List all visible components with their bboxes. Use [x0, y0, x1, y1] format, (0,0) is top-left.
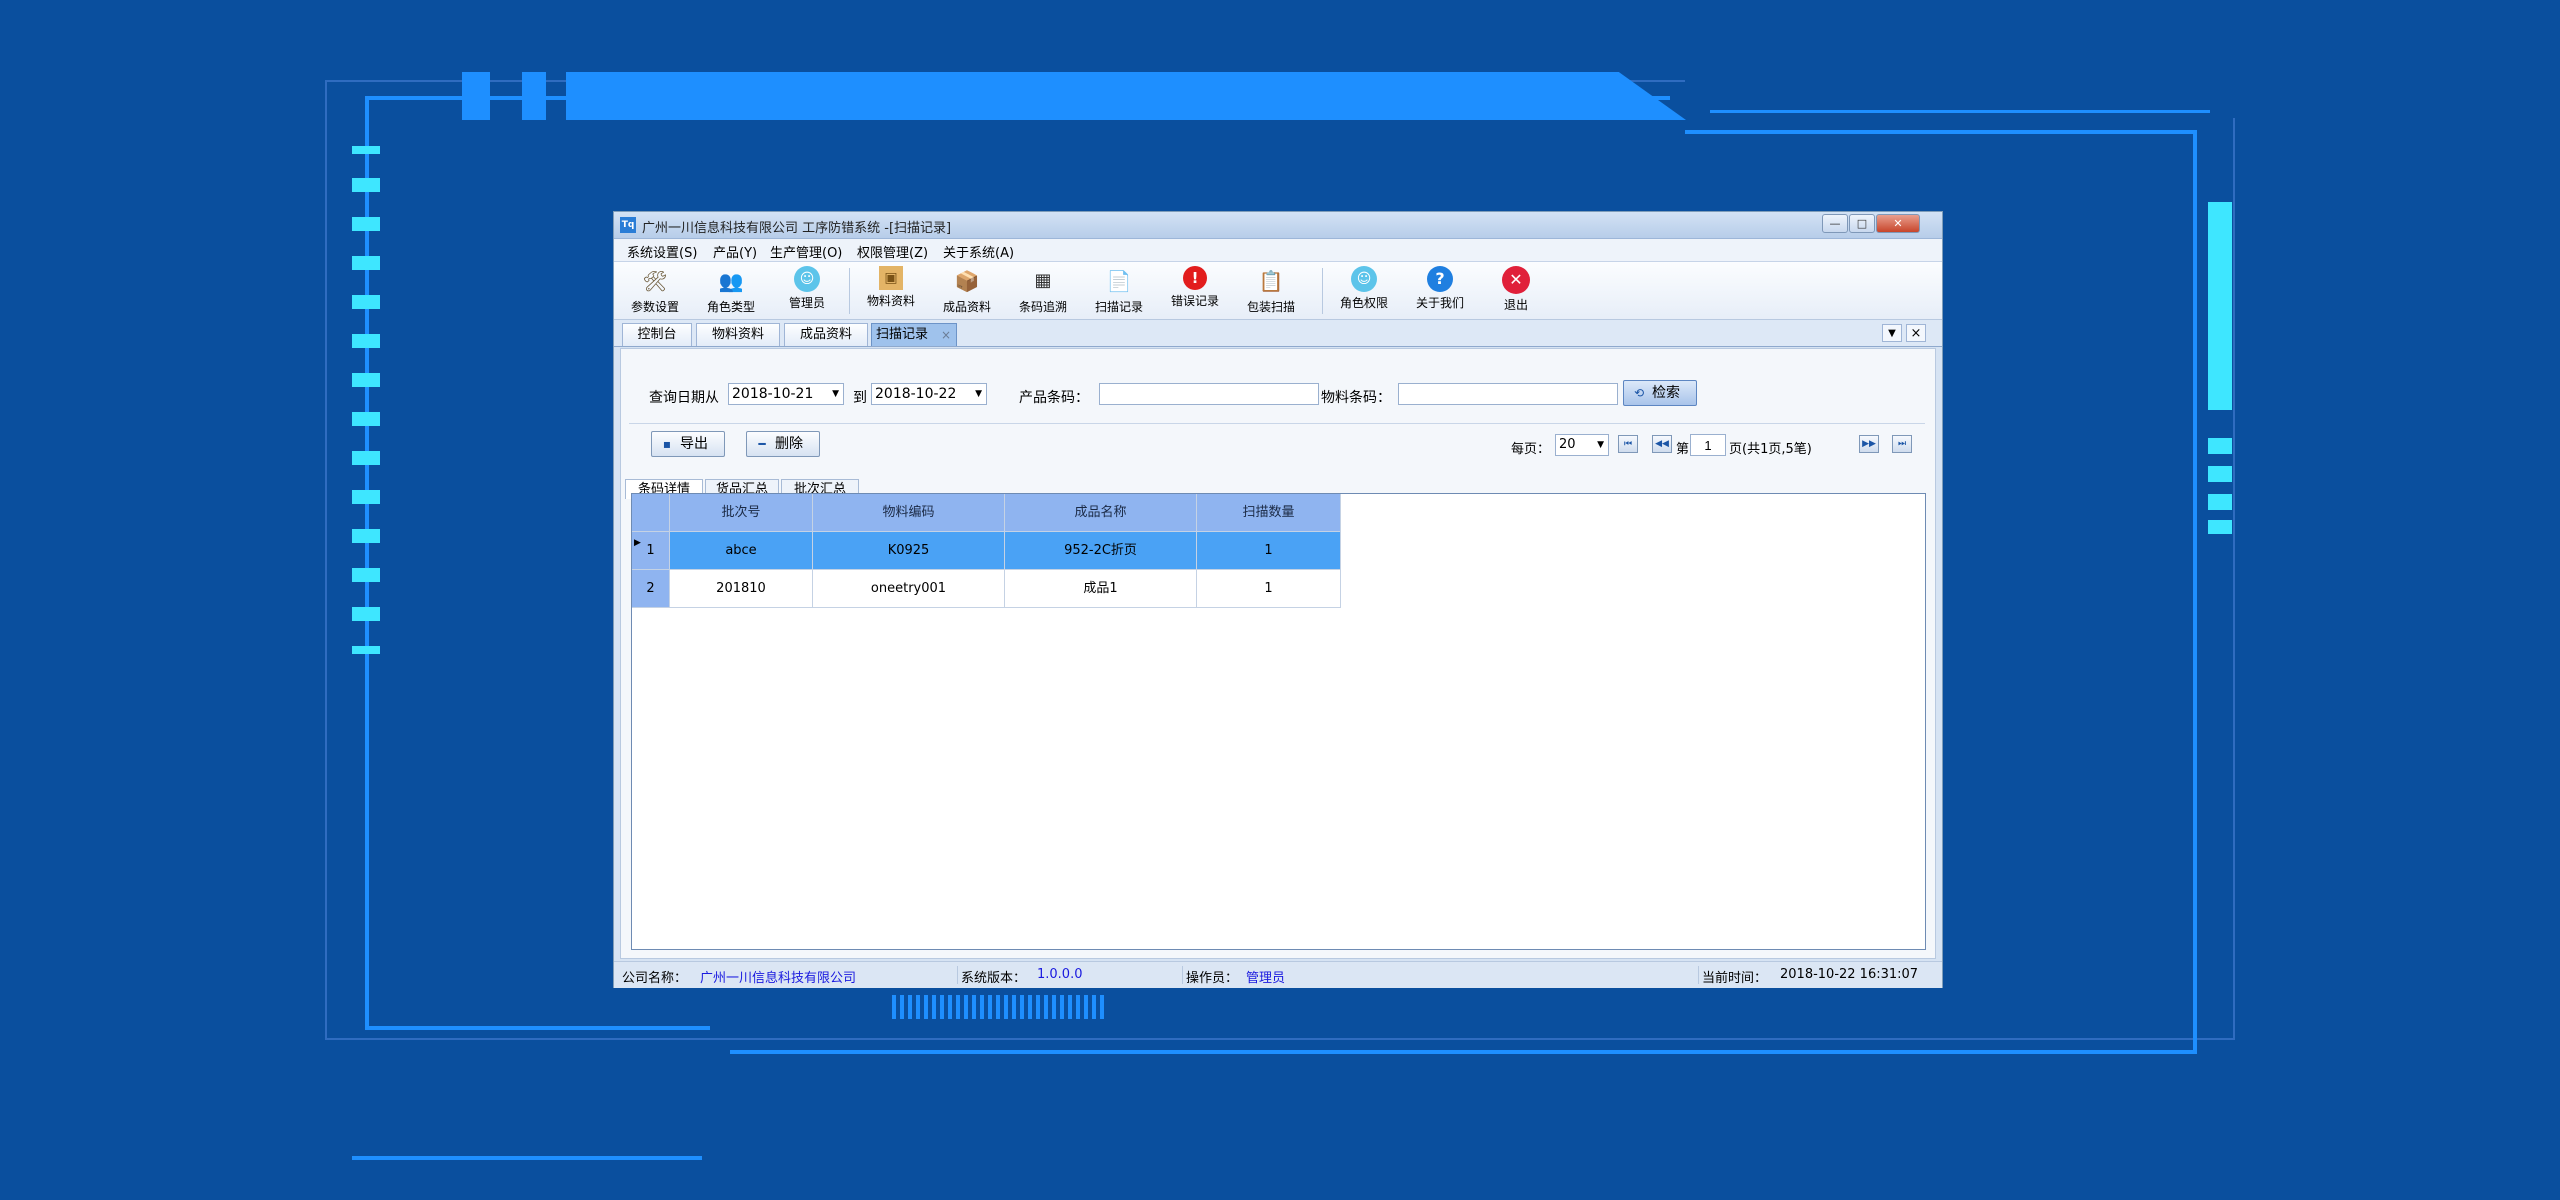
table-cell[interactable]: 成品1	[1005, 570, 1197, 608]
page-prefix-label: 第	[1676, 442, 1690, 457]
help-icon: ?	[1427, 266, 1453, 292]
tools-icon: 🛠	[642, 269, 668, 293]
window-title: 广州一川信息科技有限公司 工序防错系统 -[扫描记录]	[642, 221, 952, 236]
status-bar: 公司名称： 广州一川信息科技有限公司 系统版本： 1.0.0.0 操作员： 管理…	[614, 961, 1942, 988]
tool-material-data[interactable]: ▣ 物料资料	[854, 264, 928, 316]
row-number: ▶ 1	[632, 532, 670, 570]
last-page-icon[interactable]: ⏭	[1892, 435, 1912, 453]
prev-page-icon[interactable]: ◀◀	[1652, 435, 1672, 453]
close-window-button[interactable]: ✕	[1876, 214, 1920, 233]
current-time: 2018-10-22 16:31:07	[1780, 967, 1919, 982]
next-page-icon[interactable]: ▶▶	[1859, 435, 1879, 453]
table-cell[interactable]: 1	[1197, 532, 1341, 570]
current-row-icon: ▶	[634, 538, 641, 548]
maximize-button[interactable]: □	[1849, 214, 1875, 233]
material-code-label: 物料条码：	[1321, 390, 1391, 406]
qrcode-icon: ▦	[1034, 270, 1052, 291]
table-cell[interactable]: 201810	[670, 570, 813, 608]
tab-product-data[interactable]: 成品资料	[784, 323, 868, 346]
delete-button[interactable]: ━ 删除	[746, 431, 820, 457]
export-button[interactable]: ▪ 导出	[651, 431, 725, 457]
toolbar: 🛠 参数设置 👥 角色类型 ☺ 管理员 ▣ 物料资料 📦 成品资料 ▦ 条码追溯…	[614, 262, 1942, 320]
tab-close-icon[interactable]: ×	[941, 324, 951, 346]
table-cell[interactable]: abce	[670, 532, 813, 570]
document-tab-strip: 控制台 物料资料 成品资料 扫描记录 × ▼ ×	[614, 320, 1942, 347]
chevron-down-icon: ▼	[832, 389, 839, 399]
minus-icon: ━	[758, 437, 766, 451]
page-summary: 页(共1页,5笔)	[1729, 442, 1812, 457]
data-grid: 批次号 物料编码 成品名称 扫描数量 ▶ 1 abce K0925 952-2C…	[631, 493, 1926, 950]
operator-label: 操作员：	[1186, 971, 1239, 986]
per-page-label: 每页：	[1511, 442, 1551, 457]
app-logo-icon: Tq	[620, 217, 636, 233]
minimize-button[interactable]: —	[1822, 214, 1848, 233]
column-header-batch[interactable]: 批次号	[670, 494, 813, 532]
tab-console[interactable]: 控制台	[622, 323, 692, 346]
document-icon: 📄	[1106, 269, 1132, 293]
chevron-down-icon: ▼	[975, 389, 982, 399]
app-window: Tq 广州一川信息科技有限公司 工序防错系统 -[扫描记录] — □ ✕ 系统设…	[613, 211, 1943, 988]
menu-production[interactable]: 生产管理(O)	[770, 242, 842, 261]
error-icon: !	[1183, 266, 1207, 290]
menu-about[interactable]: 关于系统(A)	[943, 242, 1014, 261]
version-value: 1.0.0.0	[1037, 967, 1083, 982]
title-bar[interactable]: Tq 广州一川信息科技有限公司 工序防错系统 -[扫描记录] — □ ✕	[614, 212, 1942, 239]
tab-scan-record-label: 扫描记录	[876, 327, 929, 342]
time-label: 当前时间：	[1702, 971, 1768, 986]
date-from-picker[interactable]: 2018-10-21 ▼	[728, 383, 844, 405]
close-tab-button[interactable]: ×	[1906, 324, 1926, 342]
date-from-label: 查询日期从	[649, 390, 719, 406]
admin-icon: ☺	[794, 266, 820, 292]
tool-exit[interactable]: ✕ 退出	[1479, 264, 1553, 316]
search-button[interactable]: ⟲ 检索	[1623, 380, 1697, 406]
company-label: 公司名称：	[622, 971, 688, 986]
product-code-label: 产品条码：	[1019, 390, 1089, 406]
column-header-material-code[interactable]: 物料编码	[813, 494, 1005, 532]
date-to-picker[interactable]: 2018-10-22 ▼	[871, 383, 987, 405]
tool-package-scan[interactable]: 📋 包装扫描	[1234, 264, 1308, 316]
tab-scan-record[interactable]: 扫描记录 ×	[871, 323, 957, 346]
permission-icon: ☺	[1351, 266, 1377, 292]
tool-admin[interactable]: ☺ 管理员	[770, 264, 844, 316]
save-icon: ▪	[662, 437, 672, 451]
operator-value: 管理员	[1246, 971, 1286, 986]
box-icon: ▣	[879, 266, 903, 290]
tool-about-us[interactable]: ? 关于我们	[1403, 264, 1477, 316]
date-to-label: 到	[853, 390, 867, 406]
tool-role-permission[interactable]: ☺ 角色权限	[1327, 264, 1401, 316]
material-code-input[interactable]	[1398, 383, 1618, 405]
menu-bar: 系统设置(S) 产品(Y) 生产管理(O) 权限管理(Z) 关于系统(A)	[614, 239, 1942, 262]
company-name: 广州一川信息科技有限公司	[700, 971, 857, 986]
first-page-icon[interactable]: ⏮	[1618, 435, 1638, 453]
tool-barcode-trace[interactable]: ▦ 条码追溯	[1006, 264, 1080, 316]
search-icon: ⟲	[1633, 386, 1645, 400]
column-header-scan-count[interactable]: 扫描数量	[1197, 494, 1341, 532]
chevron-down-icon: ▼	[1597, 440, 1604, 450]
tab-material-data[interactable]: 物料资料	[696, 323, 780, 346]
menu-permission[interactable]: 权限管理(Z)	[857, 242, 928, 261]
package-icon: 📦	[954, 269, 980, 293]
scan-icon: 📋	[1258, 269, 1284, 293]
tool-role-type[interactable]: 👥 角色类型	[694, 264, 768, 316]
version-label: 系统版本：	[961, 971, 1027, 986]
menu-system-settings[interactable]: 系统设置(S)	[627, 242, 697, 261]
tool-scan-record[interactable]: 📄 扫描记录	[1082, 264, 1156, 316]
menu-product[interactable]: 产品(Y)	[713, 242, 757, 261]
table-cell[interactable]: 1	[1197, 570, 1341, 608]
page-number-input[interactable]	[1690, 434, 1726, 456]
table-cell[interactable]: oneetry001	[813, 570, 1005, 608]
product-code-input[interactable]	[1099, 383, 1319, 405]
tool-error-record[interactable]: ! 错误记录	[1158, 264, 1232, 316]
tool-parameter-settings[interactable]: 🛠 参数设置	[618, 264, 692, 316]
row-number: 2	[632, 570, 670, 608]
tool-product-data[interactable]: 📦 成品资料	[930, 264, 1004, 316]
column-header-product-name[interactable]: 成品名称	[1005, 494, 1197, 532]
table-cell[interactable]: 952-2C折页	[1005, 532, 1197, 570]
table-cell[interactable]: K0925	[813, 532, 1005, 570]
users-icon: 👥	[718, 269, 744, 293]
per-page-select[interactable]: 20 ▼	[1555, 434, 1609, 456]
tab-list-dropdown-button[interactable]: ▼	[1882, 324, 1902, 342]
exit-icon: ✕	[1502, 266, 1530, 294]
